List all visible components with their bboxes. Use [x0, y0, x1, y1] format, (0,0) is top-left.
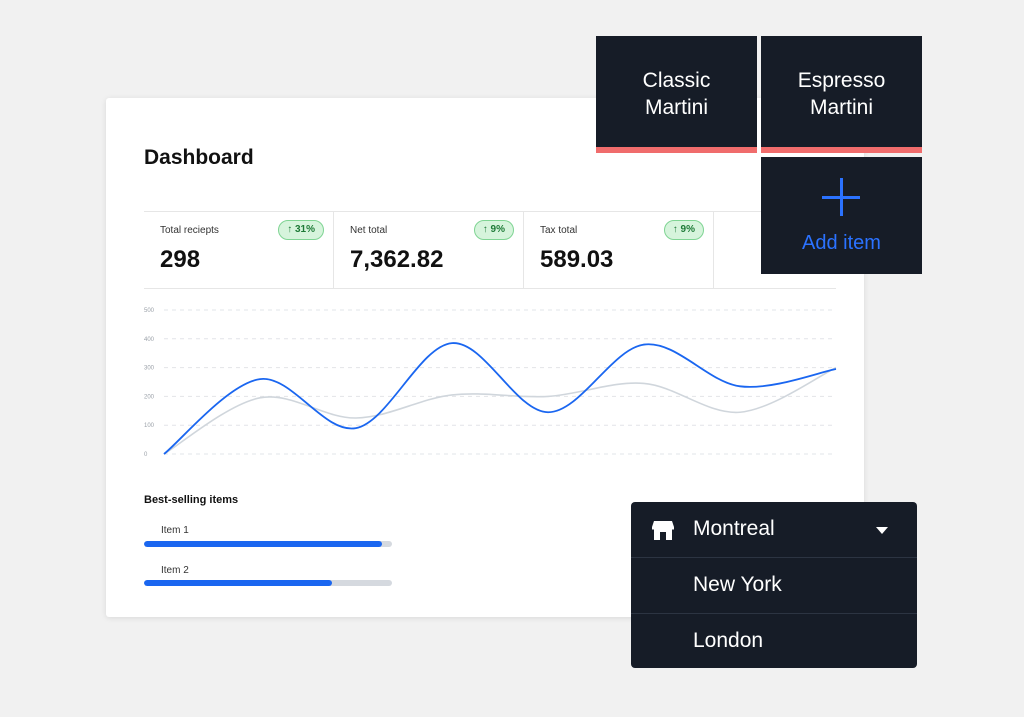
- stat-change-badge: ↑ 9%: [664, 220, 704, 240]
- add-item-label: Add item: [761, 230, 922, 257]
- plus-icon: [822, 178, 860, 216]
- stat-label: Tax total: [540, 225, 577, 236]
- option-label: New York: [693, 573, 782, 597]
- y-tick-label: 0: [144, 452, 148, 458]
- dropdown-option-new-york[interactable]: New York: [631, 557, 917, 612]
- best-selling-title: Best-selling items: [144, 494, 238, 506]
- stat-value: 7,362.82: [350, 246, 443, 274]
- tile-color-strip: [596, 147, 757, 153]
- tile-color-strip: [761, 147, 922, 153]
- stat-value: 298: [160, 246, 200, 274]
- dropdown-selected-location[interactable]: Montreal: [631, 502, 917, 557]
- tile-espresso-martini[interactable]: Espresso Martini: [761, 36, 922, 153]
- stat-label: Total reciepts: [160, 225, 219, 236]
- item-2-label: Item 2: [161, 565, 189, 576]
- stats-row: Total reciepts ↑ 31% 298 Net total ↑ 9% …: [144, 211, 836, 289]
- item-1-progress-fill: [144, 541, 382, 547]
- item-1-label: Item 1: [161, 525, 189, 536]
- add-item-button[interactable]: Add item: [761, 157, 922, 274]
- item-1-progress-track: [144, 541, 392, 547]
- y-tick-label: 400: [144, 337, 155, 343]
- y-tick-label: 500: [144, 308, 155, 314]
- page-title: Dashboard: [144, 146, 254, 170]
- series-line: [164, 343, 836, 454]
- y-tick-label: 300: [144, 366, 155, 372]
- tile-label: Classic Martini: [596, 67, 757, 121]
- stat-label: Net total: [350, 225, 387, 236]
- dropdown-option-london[interactable]: London: [631, 613, 917, 668]
- tile-classic-martini[interactable]: Classic Martini: [596, 36, 757, 153]
- selected-location-label: Montreal: [693, 517, 775, 541]
- stat-total-receipts[interactable]: Total reciepts ↑ 31% 298: [144, 212, 334, 288]
- y-tick-label: 100: [144, 423, 155, 429]
- stat-tax-total[interactable]: Tax total ↑ 9% 589.03: [524, 212, 714, 288]
- sales-line-chart: 0 100 200 300 400 500: [136, 302, 846, 462]
- y-tick-label: 200: [144, 394, 155, 400]
- stat-change-badge: ↑ 31%: [278, 220, 324, 240]
- location-dropdown: Montreal New York London: [631, 502, 917, 668]
- tile-label: Espresso Martini: [761, 67, 922, 121]
- stat-net-total[interactable]: Net total ↑ 9% 7,362.82: [334, 212, 524, 288]
- stat-change-badge: ↑ 9%: [474, 220, 514, 240]
- series-line: [164, 368, 836, 454]
- item-2-progress-fill: [144, 580, 332, 586]
- option-label: London: [693, 629, 763, 653]
- item-2-progress-track: [144, 580, 392, 586]
- chevron-down-icon[interactable]: [876, 527, 888, 534]
- stat-value: 589.03: [540, 246, 613, 274]
- store-icon: [652, 520, 674, 540]
